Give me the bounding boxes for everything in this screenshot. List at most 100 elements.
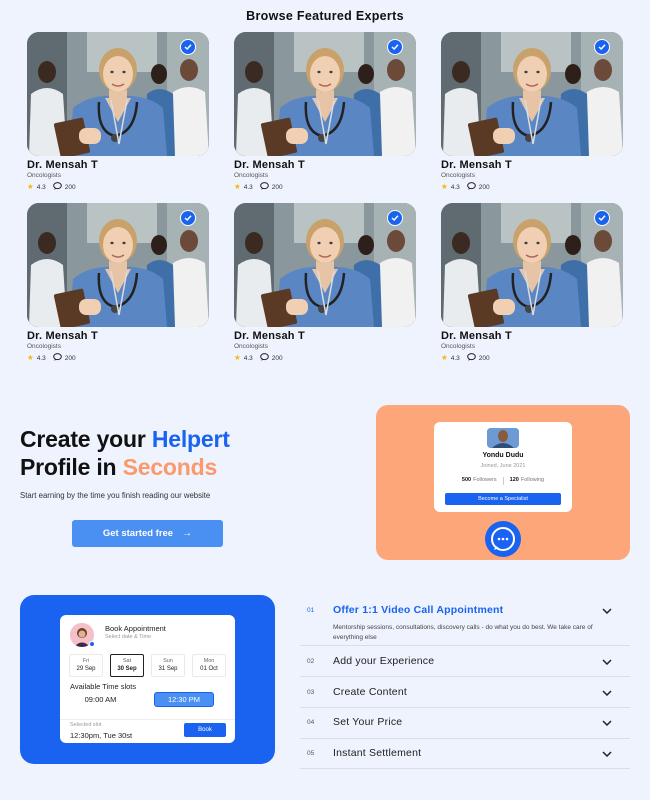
expert-rating: 4.3 (243, 183, 253, 191)
step-item[interactable]: 03 Create Content (300, 685, 630, 699)
expert-card[interactable]: Dr. Mensah T Oncologists ★ 4.3 200 (27, 32, 209, 192)
profile-preview-panel: Yondu Dudu Joined, June 2021 500 Follower… (376, 405, 630, 560)
hero-brand-word: Helpert (151, 426, 230, 452)
expert-name: Dr. Mensah T (441, 330, 512, 342)
step-header[interactable]: 02 Add your Experience (300, 654, 630, 668)
expert-meta: ★ 4.3 200 (441, 182, 623, 192)
step-number: 02 (307, 657, 315, 665)
chevron-down-icon[interactable] (602, 601, 630, 619)
star-icon: ★ (234, 353, 241, 363)
date-option-selected[interactable]: Sat 30 Sep (110, 654, 144, 677)
comment-icon (466, 182, 476, 192)
comment-icon (52, 353, 62, 363)
selected-slot-value: 12:30pm, Tue 30st (70, 731, 133, 740)
become-specialist-button[interactable]: Become a Specialist (445, 493, 561, 505)
verified-check-icon (387, 39, 403, 55)
date-picker: Fri 29 Sep Sat 30 Sep Sun 31 Sep Mon 01 Oct (69, 654, 233, 677)
booking-subtitle: Select date & Time (105, 634, 152, 640)
expert-meta: ★ 4.3 200 (27, 353, 209, 363)
step-header[interactable]: 01 Offer 1:1 Video Call Appointment (300, 603, 630, 617)
expert-photo (234, 32, 416, 156)
expert-specialty: Oncologists (27, 172, 61, 179)
verified-check-icon (387, 210, 403, 226)
expert-meta: ★ 4.3 200 (234, 353, 416, 363)
step-label: Add your Experience (333, 655, 435, 667)
expert-photo (441, 203, 623, 327)
get-started-button[interactable]: Get started free → (72, 520, 223, 547)
booking-title: Book Appointment (105, 624, 166, 633)
profile-stats: 500 Followers 120 Following (434, 477, 572, 485)
step-divider (300, 738, 630, 739)
profile-joined: Joined, June 2021 (480, 463, 526, 469)
step-item[interactable]: 04 Set Your Price (300, 715, 630, 729)
step-item[interactable]: 01 Offer 1:1 Video Call Appointment Mentor… (300, 603, 630, 642)
profile-name: Yondu Dudu (482, 452, 524, 459)
chevron-down-icon[interactable] (602, 744, 630, 762)
date-value: 29 Sep (76, 666, 96, 672)
date-option[interactable]: Sun 31 Sep (151, 654, 185, 677)
comment-icon (466, 353, 476, 363)
followers-count: 500 (461, 477, 472, 483)
book-button[interactable]: Book (184, 723, 226, 737)
verified-check-icon (594, 210, 610, 226)
expert-reviews: 200 (64, 183, 76, 191)
hero-line1-text: Create your (20, 426, 152, 452)
expert-card[interactable]: Dr. Mensah T Oncologists ★ 4.3 200 (441, 32, 623, 192)
online-status-dot (89, 641, 95, 647)
expert-specialty: Oncologists (441, 343, 475, 350)
expert-card[interactable]: Dr. Mensah T Oncologists ★ 4.3 200 (441, 203, 623, 363)
date-option[interactable]: Fri 29 Sep (69, 654, 103, 677)
chevron-down-icon[interactable] (602, 713, 630, 731)
step-number: 03 (307, 688, 315, 696)
date-day: Sat (122, 658, 132, 664)
expert-meta: ★ 4.3 200 (441, 353, 623, 363)
time-slot-selected[interactable]: 12:30 PM (154, 692, 214, 707)
expert-card[interactable]: Dr. Mensah T Oncologists ★ 4.3 200 (234, 203, 416, 363)
step-label: Set Your Price (333, 716, 403, 728)
booking-card: Book Appointment Select date & Time Fri 2… (60, 615, 235, 743)
step-label: Create Content (333, 686, 408, 698)
chevron-down-icon[interactable] (602, 652, 630, 670)
hero-subtitle: Start earning by the time you finish rea… (20, 491, 211, 500)
expert-rating: 4.3 (450, 354, 460, 362)
expert-card[interactable]: Dr. Mensah T Oncologists ★ 4.3 200 (27, 203, 209, 363)
chat-bubble-icon[interactable] (485, 521, 521, 557)
comment-icon (259, 353, 269, 363)
expert-rating: 4.3 (36, 183, 46, 191)
expert-rating: 4.3 (243, 354, 253, 362)
step-divider (300, 707, 630, 708)
arrow-right-icon: → (182, 528, 193, 539)
expert-card[interactable]: Dr. Mensah T Oncologists ★ 4.3 200 (234, 32, 416, 192)
date-value: 30 Sep (117, 666, 137, 672)
chevron-down-icon[interactable] (602, 683, 630, 701)
expert-name: Dr. Mensah T (27, 159, 98, 171)
time-slot[interactable]: 09:00 AM (68, 692, 133, 707)
step-item[interactable]: 05 Instant Settlement (300, 746, 630, 760)
hero-highlight-word: Seconds (122, 454, 218, 480)
stats-divider (502, 477, 504, 485)
expert-specialty: Oncologists (441, 172, 475, 179)
step-header[interactable]: 05 Instant Settlement (300, 746, 630, 760)
date-day: Sun (163, 658, 173, 664)
verified-check-icon (594, 39, 610, 55)
step-number: 04 (307, 718, 315, 726)
expert-photo (27, 32, 209, 156)
profile-card: Yondu Dudu Joined, June 2021 500 Follower… (434, 422, 572, 512)
expert-meta: ★ 4.3 200 (234, 182, 416, 192)
expert-rating: 4.3 (450, 183, 460, 191)
expert-photo (234, 203, 416, 327)
step-item[interactable]: 02 Add your Experience (300, 654, 630, 668)
comment-icon (52, 182, 62, 192)
step-header[interactable]: 04 Set Your Price (300, 715, 630, 729)
step-label: Offer 1:1 Video Call Appointment (333, 604, 504, 616)
expert-name: Dr. Mensah T (234, 330, 305, 342)
expert-name: Dr. Mensah T (234, 159, 305, 171)
featured-experts-title: Browse Featured Experts (246, 9, 404, 23)
step-header[interactable]: 03 Create Content (300, 685, 630, 699)
followers-label: Followers (473, 477, 497, 483)
date-option[interactable]: Mon 01 Oct (192, 654, 226, 677)
expert-specialty: Oncologists (27, 343, 61, 350)
selected-slot-label: Selected slot (70, 722, 102, 728)
expert-rating: 4.3 (36, 354, 46, 362)
expert-name: Dr. Mensah T (27, 330, 98, 342)
